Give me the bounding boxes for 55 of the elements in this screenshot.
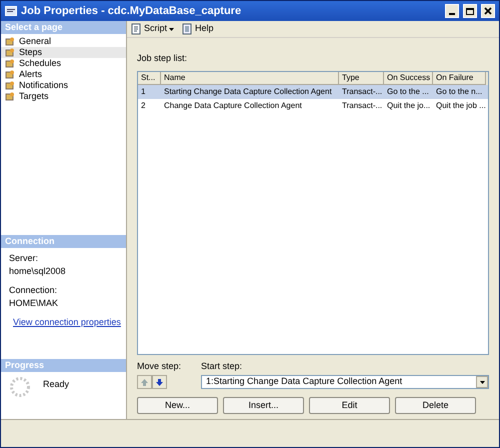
table-cell-text: Starting Change Data Capture Collection Agent	[163, 86, 333, 98]
table-cell-text: 2	[140, 100, 146, 112]
action-button[interactable]: Insert...	[223, 397, 304, 414]
table-cell-text: 1	[140, 86, 146, 98]
table-cell-text: Transact-...	[341, 86, 384, 98]
table-cell-text: Quit the jo...	[386, 100, 432, 112]
down-arrow-icon	[156, 378, 163, 386]
panel-header: Progress	[1, 359, 126, 372]
minimize-button[interactable]	[445, 4, 459, 18]
field-label: Server:	[9, 252, 40, 264]
connection-link[interactable]: View connection properties	[13, 316, 121, 329]
table-row[interactable]: 2 Change Data Capture Collection Agent Transact-... Quit the jo... Quit the job ...	[138, 98, 488, 112]
help-icon	[182, 23, 194, 35]
maximize-button[interactable]	[463, 4, 477, 18]
folder-icon	[5, 37, 15, 46]
action-button[interactable]: Edit	[309, 397, 390, 414]
action-button[interactable]: New...	[137, 397, 218, 414]
folder-icon	[5, 48, 15, 57]
caret-icon	[169, 28, 174, 30]
field-label: Start step:	[201, 360, 244, 373]
table-row[interactable]: 1 Starting Change Data Capture Collection Agent Transact-... Go to the ... Go to the n...	[138, 84, 488, 98]
folder-icon	[5, 81, 15, 90]
table-cell-text: Go to the ...	[386, 86, 430, 98]
page-item[interactable]: General	[1, 36, 126, 47]
page-item[interactable]: Notifications	[1, 80, 126, 91]
field-value: HOME\MAK	[9, 297, 60, 310]
table-cell-text: Go to the n...	[435, 86, 484, 98]
window-icon	[5, 5, 17, 17]
help-button[interactable]: Help	[182, 22, 214, 36]
script-icon	[131, 23, 142, 35]
page-item[interactable]: Steps	[1, 47, 126, 58]
list-label: Job step list:	[137, 52, 188, 65]
panel-header: Select a page	[1, 21, 126, 34]
window-title: Job Properties - cdc.MyDataBase_capture	[21, 4, 242, 19]
table-cell-text: Quit the job ...	[435, 100, 486, 112]
page-item[interactable]: Targets	[1, 91, 126, 102]
move-down-button[interactable]	[152, 375, 167, 389]
folder-icon	[5, 92, 15, 101]
progress-status: Ready	[43, 378, 70, 391]
spinner-icon	[9, 376, 31, 398]
start-step-dropdown[interactable]: 1:Starting Change Data Capture Collection Agent	[201, 375, 489, 389]
field-value: home\sql2008	[9, 265, 67, 278]
folder-icon	[5, 59, 15, 68]
field-label: Connection:	[9, 284, 58, 296]
action-button[interactable]: Delete	[395, 397, 476, 414]
page-item[interactable]: Schedules	[1, 58, 126, 69]
up-arrow-icon	[141, 378, 148, 386]
folder-icon	[5, 70, 15, 79]
table-cell-text: Transact-...	[341, 100, 384, 112]
close-button[interactable]	[481, 4, 495, 18]
page-item[interactable]: Alerts	[1, 69, 126, 80]
field-label: Move step:	[137, 360, 182, 373]
script-button[interactable]: Script	[131, 22, 174, 36]
table-cell-text: Change Data Capture Collection Agent	[163, 100, 303, 112]
panel-header: Connection	[1, 234, 126, 248]
